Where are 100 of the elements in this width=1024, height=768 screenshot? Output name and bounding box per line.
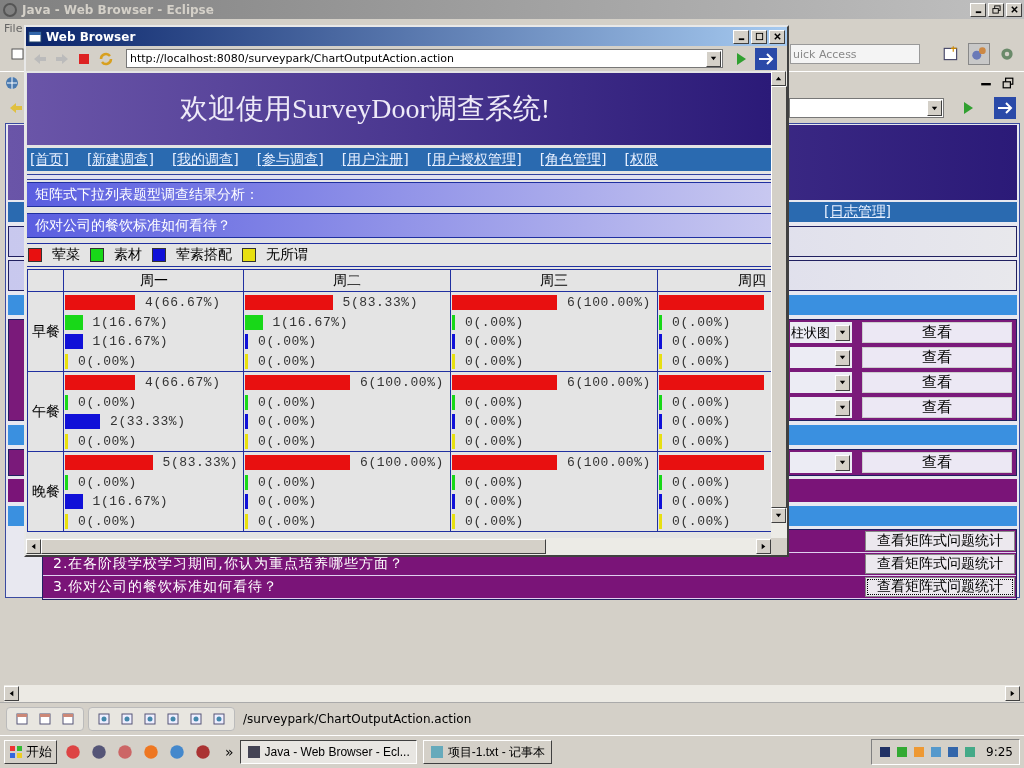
quick-access-field[interactable]: uick Access (790, 44, 920, 64)
matrix-stats-button[interactable]: 查看矩阵式问题统计 (865, 554, 1015, 574)
nav-link[interactable]: [参与调查] (256, 150, 324, 169)
view-button[interactable]: 查看 (862, 397, 1012, 418)
chart-type-select[interactable]: 柱状图 (790, 322, 852, 343)
bar-value: 6(100.00%) (567, 375, 651, 391)
dropdown-arrow-icon[interactable] (709, 54, 718, 63)
horizontal-scrollbar[interactable] (4, 685, 1020, 702)
app-icon (246, 745, 261, 759)
bar (245, 353, 248, 369)
view-icon[interactable] (189, 712, 203, 726)
url-combo[interactable] (789, 98, 944, 118)
restore-button[interactable] (988, 2, 1004, 17)
vertical-scrollbar[interactable] (771, 71, 787, 538)
view-icon[interactable] (97, 712, 111, 726)
bar-value: 0(.00%) (258, 394, 317, 410)
view-button[interactable]: 查看 (862, 347, 1012, 368)
close-icon (1009, 5, 1019, 14)
nav-link[interactable]: [我的调查] (171, 150, 239, 169)
bar-value: 0(.00%) (672, 394, 731, 410)
horizontal-scrollbar[interactable] (26, 538, 771, 555)
view-icon[interactable] (166, 712, 180, 726)
view-icon[interactable] (120, 712, 134, 726)
bar (65, 394, 68, 410)
globe-icon[interactable] (4, 74, 20, 91)
java-perspective-button[interactable] (968, 43, 990, 65)
view-icon[interactable] (61, 712, 75, 726)
bar (245, 314, 263, 330)
maximize-icon[interactable] (1002, 76, 1014, 89)
dropdown-arrow-icon[interactable] (838, 328, 847, 337)
view-button[interactable]: 查看 (862, 322, 1012, 343)
launcher-icon[interactable] (168, 743, 186, 761)
bar (452, 414, 455, 430)
bar (452, 474, 455, 490)
launcher-icon[interactable] (64, 743, 82, 761)
bar-value: 0(.00%) (672, 414, 731, 430)
scroll-left-icon[interactable] (29, 542, 38, 551)
bar-value: 6(100.00%) (360, 375, 444, 391)
scroll-right-icon[interactable] (1008, 689, 1017, 698)
bar-value: 0(.00%) (465, 394, 524, 410)
bar (65, 295, 135, 311)
dropdown-arrow-icon[interactable] (838, 378, 847, 387)
close-button[interactable] (1006, 2, 1022, 17)
dropdown-arrow-icon[interactable] (838, 458, 847, 467)
close-button[interactable] (769, 29, 785, 44)
nav-link[interactable]: [权限 (624, 150, 659, 169)
view-icon[interactable] (143, 712, 157, 726)
start-button[interactable]: 开始 (4, 740, 57, 764)
nav-link[interactable]: [新建调查] (86, 150, 154, 169)
scroll-down-icon[interactable] (774, 511, 783, 520)
minimize-button[interactable] (970, 2, 986, 17)
nav-link[interactable]: [用户注册] (341, 150, 409, 169)
view-button[interactable]: 查看 (862, 452, 1012, 473)
bar-value: 0(.00%) (258, 474, 317, 490)
url-field[interactable]: http://localhost:8080/surveypark/ChartOutputAction.action (126, 49, 723, 68)
bar (659, 494, 662, 510)
column-header: 周四 (738, 271, 766, 288)
toolbar-icon[interactable] (10, 46, 26, 62)
launcher-icon[interactable] (90, 743, 108, 761)
matrix-stats-button[interactable]: 查看矩阵式问题统计 (865, 577, 1015, 597)
scroll-left-icon[interactable] (7, 689, 16, 698)
bar (659, 433, 662, 449)
bar-value: 5(83.33%) (162, 455, 239, 471)
bar-value: 0(.00%) (672, 513, 731, 529)
matrix-stats-button[interactable]: 查看矩阵式问题统计 (865, 531, 1015, 551)
tray-icon[interactable] (878, 745, 893, 759)
bar (65, 414, 100, 430)
minimize-button[interactable] (733, 29, 749, 44)
task-button[interactable]: Java - Web Browser - Ecl... (239, 740, 417, 764)
scroll-right-icon[interactable] (759, 542, 768, 551)
scroll-up-icon[interactable] (774, 74, 783, 83)
launcher-icon[interactable] (194, 743, 212, 761)
bar-value: 0(.00%) (672, 494, 731, 510)
menu-item[interactable]: File (4, 21, 23, 35)
nav-link[interactable]: [日志管理] (824, 203, 891, 221)
nav-link[interactable]: [用户授权管理] (426, 150, 522, 169)
maximize-button[interactable] (751, 29, 767, 44)
bar-value: 0(.00%) (672, 314, 731, 330)
tray-icon[interactable] (946, 745, 961, 759)
view-icon[interactable] (212, 712, 226, 726)
chart-type-select[interactable] (790, 397, 852, 418)
view-button[interactable]: 查看 (862, 372, 1012, 393)
bar-value: 0(.00%) (258, 513, 317, 529)
launcher-icon[interactable] (116, 743, 134, 761)
view-icon[interactable] (38, 712, 52, 726)
chevron[interactable]: » (225, 744, 234, 760)
clock: 9:25 (986, 745, 1013, 759)
nav-link[interactable]: [首页] (30, 150, 69, 169)
chart-type-select[interactable] (790, 452, 852, 473)
chart-type-select[interactable] (790, 347, 852, 368)
dropdown-arrow-icon[interactable] (838, 353, 847, 362)
nav-link[interactable]: [角色管理] (539, 150, 607, 169)
bar-value: 0(.00%) (78, 433, 137, 449)
perspective-icon[interactable] (942, 45, 960, 63)
bar (245, 494, 248, 510)
view-icon[interactable] (15, 712, 29, 726)
chart-type-select[interactable] (790, 372, 852, 393)
bar (659, 414, 662, 430)
dropdown-arrow-icon[interactable] (838, 403, 847, 412)
task-button[interactable]: 项目-1.txt - 记事本 (422, 740, 553, 764)
